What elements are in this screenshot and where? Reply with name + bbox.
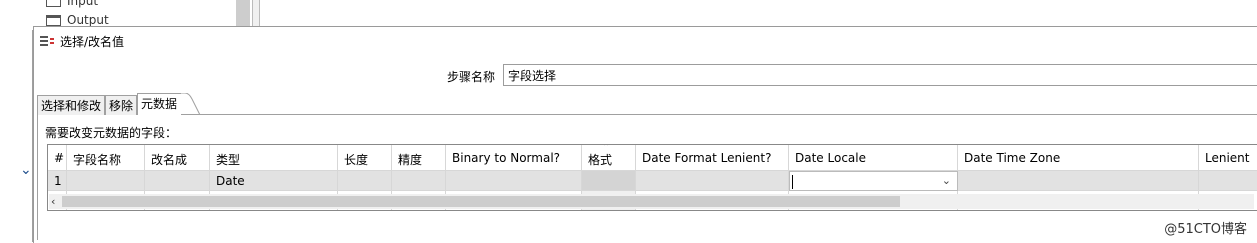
table-header: # 字段名称 改名成 类型 长度 精度 Binary to Normal? 格式… <box>48 145 1257 171</box>
select-values-icon <box>40 35 54 48</box>
tab-metadata[interactable]: 元数据 <box>137 93 181 115</box>
step-name-label: 步骤名称 <box>447 70 496 84</box>
tab-remove[interactable]: 移除 <box>105 95 137 115</box>
table-cell[interactable] <box>145 171 210 191</box>
column-header[interactable]: Date Locale <box>789 145 958 171</box>
column-header[interactable]: 长度 <box>338 145 392 171</box>
table-row[interactable]: 1 Date ⌄ <box>48 171 1257 191</box>
table-cell[interactable] <box>958 171 1199 191</box>
tree-item-label: Input <box>67 0 99 8</box>
table-cell[interactable] <box>338 171 392 191</box>
table-cell[interactable]: Date <box>210 171 338 191</box>
column-header[interactable]: Binary to Normal? <box>446 145 582 171</box>
column-header[interactable]: 改名成 <box>145 145 210 171</box>
tree-item-input[interactable]: Input <box>46 0 98 8</box>
column-header[interactable]: Date Format Lenient? <box>636 145 789 171</box>
column-header[interactable]: Date Time Zone <box>958 145 1199 171</box>
folder-icon <box>46 14 61 26</box>
select-rename-dialog: 选择/改名值 步骤名称 字段选择 选择和修改 移除 元数据 需要改变元数据的字段… <box>33 26 1257 243</box>
metadata-panel: 需要改变元数据的字段： # 字段名称 改名成 类型 长度 精度 Binary t… <box>37 115 1257 240</box>
chevron-down-icon[interactable]: ⌄ <box>20 162 32 178</box>
horizontal-scrollbar[interactable]: ‹ <box>49 194 1254 209</box>
tab-bar: 选择和修改 移除 元数据 <box>37 93 1257 115</box>
scrollbar-thumb[interactable] <box>62 196 900 207</box>
column-header-label: 格式 <box>588 153 613 167</box>
sort-icon: ⌃ <box>602 144 611 153</box>
dialog-titlebar: 选择/改名值 <box>40 33 124 50</box>
table-cell[interactable] <box>446 171 582 191</box>
table-cell[interactable] <box>1199 171 1257 191</box>
table-cell[interactable] <box>636 171 789 191</box>
tree-item-output[interactable]: Output <box>46 13 109 27</box>
column-header[interactable]: 字段名称 <box>67 145 145 171</box>
step-name-input[interactable]: 字段选择 <box>503 64 1257 86</box>
folder-icon <box>46 0 61 7</box>
table-cell[interactable] <box>67 171 145 191</box>
tab-select-modify[interactable]: 选择和修改 <box>37 95 105 115</box>
chevron-down-icon[interactable]: ⌄ <box>942 174 951 187</box>
column-header[interactable]: # <box>48 145 67 171</box>
column-header[interactable]: 类型 <box>210 145 338 171</box>
table-cell[interactable] <box>582 171 636 191</box>
table-cell[interactable] <box>392 171 446 191</box>
text-caret <box>792 175 793 189</box>
chevron-left-icon[interactable]: ‹ <box>51 194 55 209</box>
tab-edge <box>181 93 201 115</box>
table-cell[interactable]: 1 <box>48 171 67 191</box>
column-header[interactable]: Lenient <box>1199 145 1257 171</box>
watermark: @51CTO博客 <box>1164 222 1247 237</box>
column-header-format[interactable]: 格式 ⌃ <box>582 145 636 171</box>
date-locale-combo[interactable]: ⌄ <box>789 171 958 191</box>
metadata-table: # 字段名称 改名成 类型 长度 精度 Binary to Normal? 格式… <box>47 144 1257 211</box>
tree-item-label: Output <box>67 13 109 27</box>
fields-label: 需要改变元数据的字段： <box>45 126 178 140</box>
column-header[interactable]: 精度 <box>392 145 446 171</box>
dialog-title: 选择/改名值 <box>60 35 125 49</box>
